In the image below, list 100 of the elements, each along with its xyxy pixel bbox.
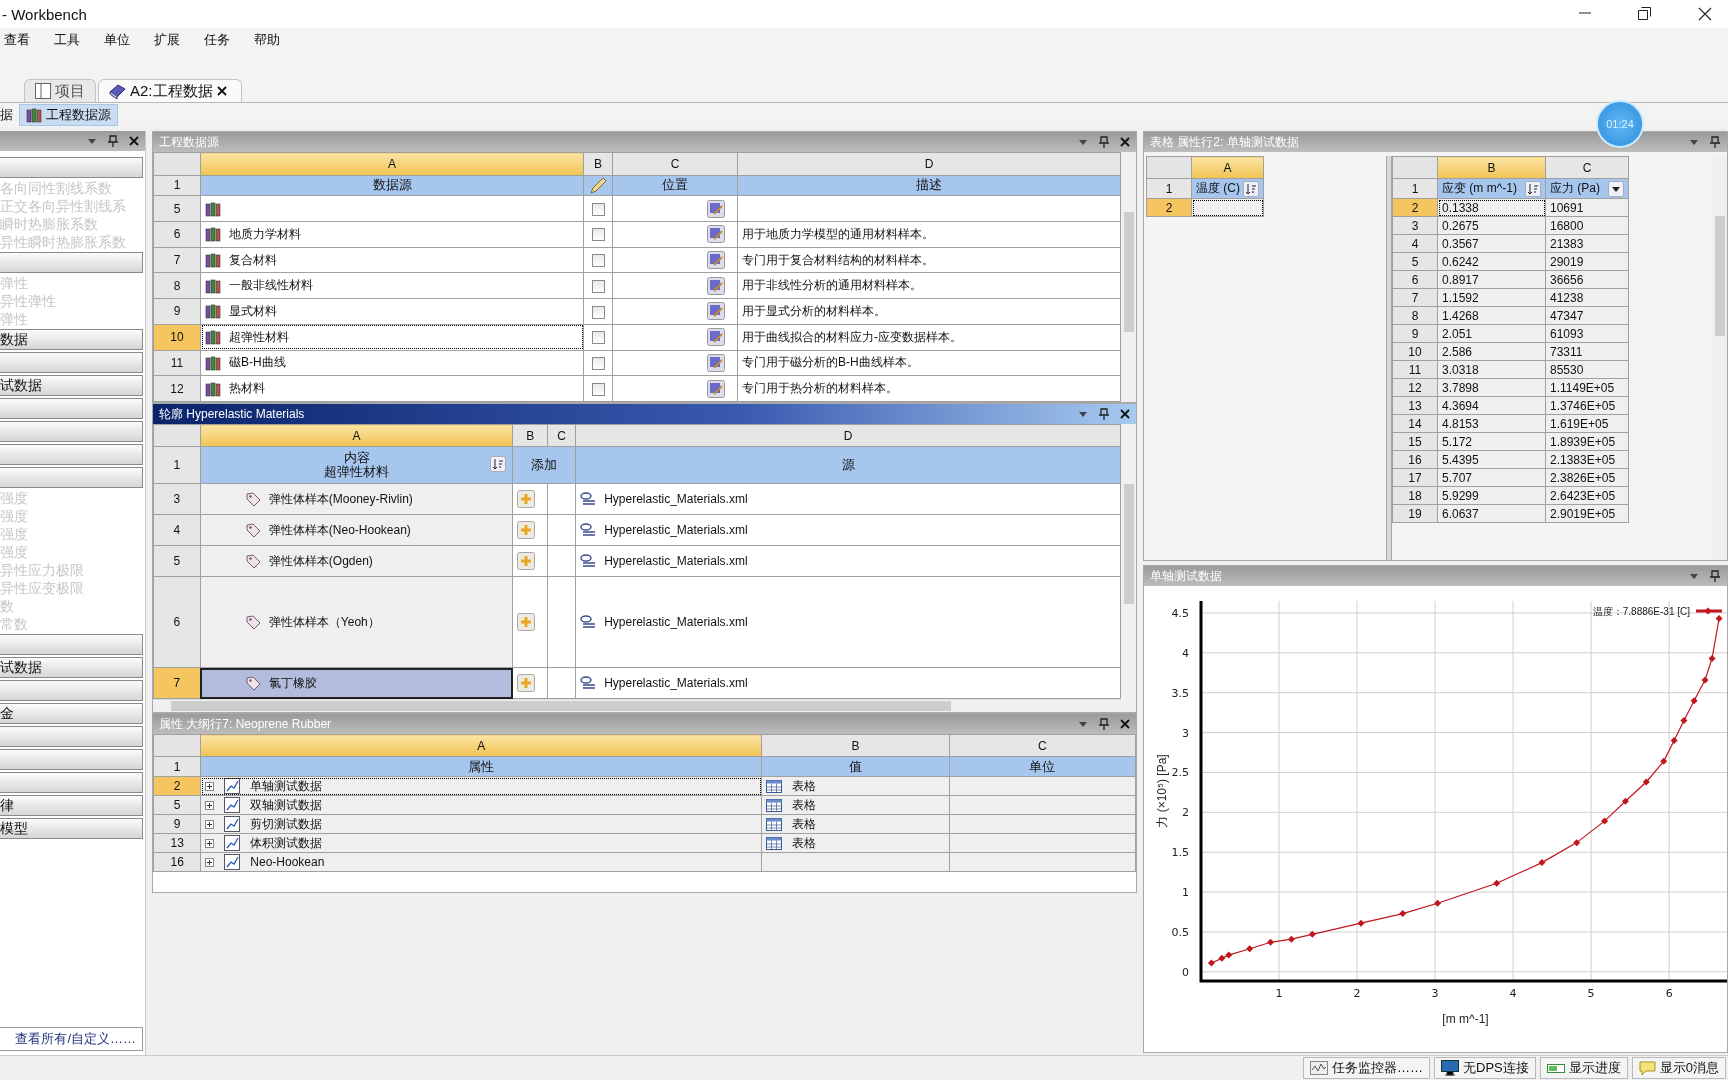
dropdown-icon[interactable]	[1608, 181, 1624, 197]
add-icon[interactable]	[517, 521, 536, 539]
category-bar[interactable]	[0, 252, 143, 273]
image-edit-icon[interactable]	[707, 353, 725, 372]
close-icon[interactable]	[1120, 409, 1130, 419]
sort-icon[interactable]	[1243, 181, 1259, 197]
column-letter[interactable]: A	[1191, 156, 1264, 179]
category-bar[interactable]	[0, 398, 143, 419]
menu-item[interactable]: 单位	[100, 29, 140, 51]
row-number[interactable]: 5	[153, 545, 201, 577]
breadcrumb-item[interactable]: 据	[0, 105, 19, 125]
category-bar[interactable]: 律	[0, 795, 143, 816]
column-letter[interactable]: C	[1545, 156, 1629, 179]
category-bar[interactable]	[0, 157, 143, 178]
close-icon[interactable]	[1698, 7, 1712, 21]
row-number[interactable]: 5	[153, 195, 201, 222]
close-icon[interactable]	[216, 86, 227, 96]
column-letter[interactable]: A	[200, 424, 513, 447]
status-button[interactable]: 显示0消息	[1631, 1057, 1726, 1079]
scrollbar[interactable]	[153, 699, 1121, 712]
row-number[interactable]: 4	[153, 514, 201, 546]
row-number[interactable]: 7	[153, 667, 201, 699]
category-bar[interactable]	[0, 772, 143, 793]
add-icon[interactable]	[517, 613, 536, 631]
category-bar[interactable]: 金	[0, 703, 143, 724]
row-number[interactable]: 8	[153, 272, 201, 299]
expand-icon[interactable]	[205, 857, 215, 867]
row-number[interactable]: 1	[1146, 178, 1192, 199]
row-number[interactable]: 10	[153, 324, 201, 350]
row-number[interactable]: 9	[153, 298, 201, 325]
close-icon[interactable]	[1120, 719, 1130, 729]
category-bar[interactable]: 试数据	[0, 657, 143, 678]
pin-icon[interactable]	[1709, 569, 1721, 583]
column-letter[interactable]: B	[1437, 156, 1546, 179]
checkbox[interactable]	[591, 357, 605, 371]
pin-icon[interactable]	[1098, 135, 1110, 149]
close-icon[interactable]	[1120, 137, 1130, 147]
add-icon[interactable]	[517, 674, 536, 692]
sort-icon[interactable]	[490, 456, 507, 472]
scrollbar[interactable]	[1121, 152, 1136, 402]
row-number[interactable]: 1	[153, 446, 201, 484]
column-header[interactable]: 描述	[737, 175, 1121, 196]
pin-icon[interactable]	[107, 134, 119, 148]
image-edit-icon[interactable]	[707, 225, 725, 244]
column-header[interactable]: 属性	[200, 756, 762, 777]
menu-item[interactable]: 帮助	[250, 29, 290, 51]
tab[interactable]: 项目	[24, 79, 96, 102]
checkbox[interactable]	[591, 331, 605, 345]
checkbox[interactable]	[591, 254, 605, 268]
category-bar[interactable]	[0, 726, 143, 747]
image-edit-icon[interactable]	[707, 199, 725, 218]
menu-item[interactable]: 工具	[50, 29, 90, 51]
column-letter[interactable]: D	[575, 424, 1121, 447]
category-bar[interactable]: 模型	[0, 818, 143, 839]
column-letter[interactable]: C	[612, 152, 738, 176]
category-bar[interactable]	[0, 634, 143, 655]
status-button[interactable]: 无DPS连接	[1434, 1057, 1536, 1079]
add-icon[interactable]	[517, 490, 536, 508]
column-header[interactable]: 添加	[512, 446, 576, 484]
category-bar[interactable]	[0, 680, 143, 701]
row-number[interactable]: 1	[153, 756, 201, 777]
column-letter[interactable]: A	[200, 734, 762, 757]
image-edit-icon[interactable]	[707, 251, 725, 269]
checkbox[interactable]	[591, 279, 605, 293]
status-button[interactable]: 显示进度	[1539, 1057, 1628, 1079]
expand-icon[interactable]	[205, 800, 215, 810]
menu-item[interactable]: 查看	[0, 29, 40, 51]
row-number[interactable]: 7	[153, 247, 201, 273]
tab[interactable]: A2:工程数据	[98, 79, 242, 102]
image-edit-icon[interactable]	[707, 302, 725, 321]
restore-icon[interactable]	[1638, 7, 1652, 21]
column-header[interactable]: 内容	[343, 451, 370, 465]
pin-icon[interactable]	[1098, 407, 1110, 421]
row-number[interactable]: 12	[153, 375, 201, 402]
add-icon[interactable]	[517, 552, 536, 570]
category-bar[interactable]	[0, 749, 143, 770]
image-edit-icon[interactable]	[707, 328, 725, 347]
checkbox[interactable]	[591, 228, 605, 242]
pin-icon[interactable]	[1709, 135, 1721, 149]
scrollbar[interactable]	[1121, 424, 1136, 712]
expand-icon[interactable]	[205, 781, 215, 791]
row-number[interactable]: 3	[153, 483, 201, 515]
column-letter[interactable]: D	[737, 152, 1121, 176]
close-icon[interactable]	[129, 136, 139, 146]
row-number[interactable]: 1	[1392, 178, 1438, 199]
menu-item[interactable]: 扩展	[150, 29, 190, 51]
checkbox[interactable]	[591, 382, 605, 396]
checkbox[interactable]	[591, 305, 605, 319]
row-number[interactable]: 11	[153, 350, 201, 376]
image-edit-icon[interactable]	[707, 276, 725, 295]
column-letter[interactable]: B	[512, 424, 548, 447]
scrollbar[interactable]	[1712, 156, 1727, 560]
category-bar[interactable]	[0, 352, 143, 373]
column-letter[interactable]: C	[547, 424, 576, 447]
category-bar[interactable]	[0, 421, 143, 442]
expand-icon[interactable]	[205, 819, 215, 829]
category-bar[interactable]	[0, 444, 143, 465]
sort-icon[interactable]	[1525, 181, 1541, 197]
status-button[interactable]: 任务监控器……	[1303, 1057, 1431, 1079]
row-number[interactable]: 1	[153, 175, 201, 196]
